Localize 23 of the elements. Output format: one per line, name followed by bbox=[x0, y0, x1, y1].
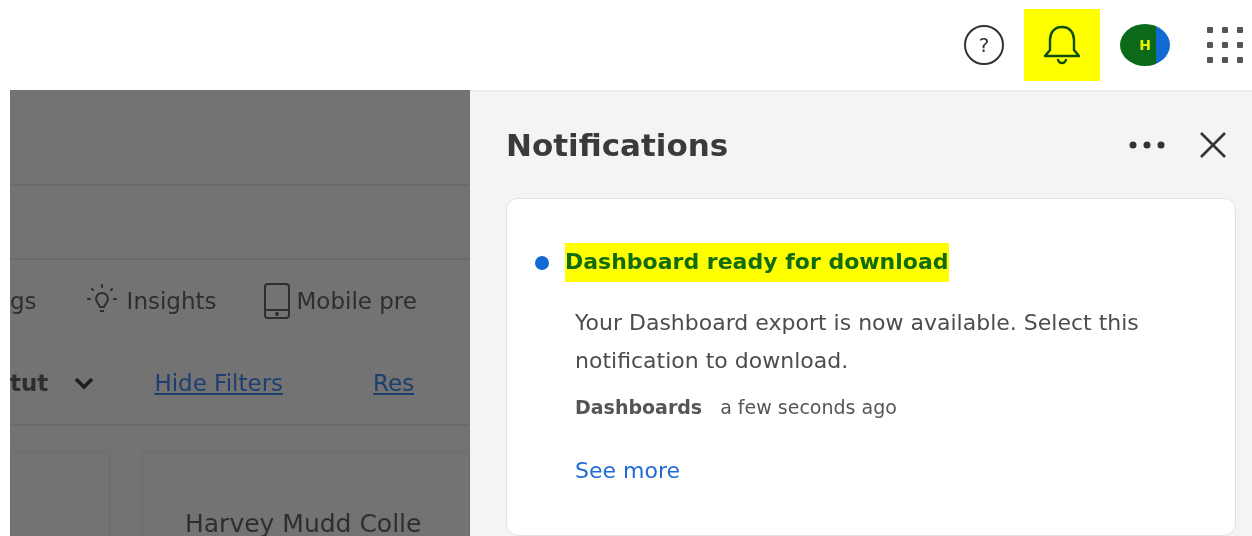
filter-link[interactable]: Res bbox=[373, 370, 415, 396]
notification-title: Dashboard ready for download bbox=[565, 243, 949, 282]
panel-title: Notifications bbox=[506, 127, 730, 163]
notification-card[interactable]: Dashboard ready for download Your Dashboard export is now available. Select this notification to download. Dashboards a few seconds ago See more bbox=[506, 198, 1236, 536]
toolbar-item[interactable]: Mobile pre bbox=[262, 282, 417, 320]
notification-source: Dashboards bbox=[575, 396, 703, 418]
chevron-down-icon bbox=[74, 376, 95, 390]
more-icon bbox=[1127, 140, 1167, 150]
grid-icon bbox=[1206, 26, 1244, 64]
toolbar-item[interactable]: Insights bbox=[82, 282, 217, 320]
user-avatar[interactable]: H bbox=[1120, 24, 1170, 66]
app-grid-button[interactable] bbox=[1206, 26, 1244, 64]
notification-time: a few seconds ago bbox=[720, 396, 897, 418]
filter-link[interactable]: Hide Filters bbox=[154, 370, 284, 396]
bell-icon bbox=[1042, 23, 1082, 67]
notification-message: Your Dashboard export is now available. Select this notification to download. bbox=[575, 309, 1140, 375]
see-more-link[interactable]: See more bbox=[575, 458, 680, 483]
close-icon bbox=[1199, 131, 1227, 159]
toolbar-item[interactable]: gs bbox=[10, 288, 37, 314]
phone-icon bbox=[262, 282, 291, 320]
filter-dropdown[interactable]: tut bbox=[10, 370, 95, 396]
help-button[interactable]: ? bbox=[964, 25, 1004, 65]
notifications-button[interactable] bbox=[1024, 9, 1100, 81]
